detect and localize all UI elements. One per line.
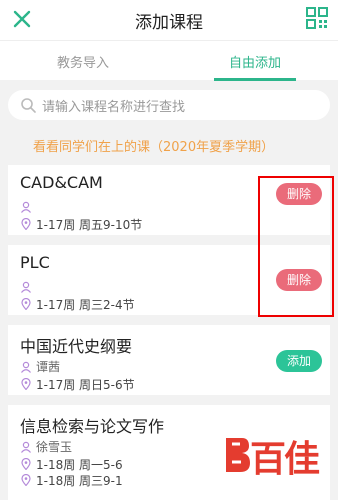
person-icon xyxy=(21,361,31,373)
location-icon xyxy=(21,458,31,470)
course-time: 1-17周 周日5-6节 xyxy=(36,378,135,392)
location-icon xyxy=(21,378,31,390)
search-placeholder: 请输入课程名称进行查找 xyxy=(42,100,186,115)
course-teacher: 谭茜 xyxy=(36,360,61,374)
location-icon xyxy=(21,474,31,486)
course-time: 1-17周 周五9-10节 xyxy=(36,218,143,232)
active-tab-indicator xyxy=(214,78,296,81)
course-name: PLC xyxy=(20,253,50,272)
search-icon xyxy=(21,98,36,113)
course-time-2: 1-18周 周三9-1 xyxy=(36,474,123,488)
course-teacher: 徐雪玉 xyxy=(36,440,73,454)
qr-code-icon[interactable] xyxy=(306,7,328,29)
location-icon xyxy=(21,218,31,230)
course-name: 中国近代史纲要 xyxy=(20,337,133,356)
tab-free-add[interactable]: 自由添加 xyxy=(229,52,281,71)
tab-bar: 教务导入 自由添加 xyxy=(0,40,338,81)
course-time: 1-18周 周一5-6 xyxy=(36,458,123,472)
highlight-annotation xyxy=(258,176,334,317)
location-icon xyxy=(21,298,31,310)
watermark-logo xyxy=(226,438,250,472)
search-input[interactable]: 请输入课程名称进行查找 xyxy=(8,90,330,120)
person-icon xyxy=(21,201,31,213)
classmates-banner: 看看同学们在上的课（2020年夏季学期） xyxy=(33,140,275,155)
course-name: CAD&CAM xyxy=(20,173,103,192)
course-name: 信息检索与论文写作 xyxy=(20,417,165,436)
top-bar: 添加课程 xyxy=(0,0,338,40)
course-time: 1-17周 周三2-4节 xyxy=(36,298,135,312)
person-icon xyxy=(21,281,31,293)
watermark-text: 百佳 xyxy=(250,438,320,480)
page-title: 添加课程 xyxy=(135,13,203,33)
course-card: 中国近代史纲要 谭茜 1-17周 周日5-6节 添加 xyxy=(8,325,330,395)
person-icon xyxy=(21,441,31,453)
add-button[interactable]: 添加 xyxy=(276,350,322,372)
tab-import[interactable]: 教务导入 xyxy=(57,52,109,71)
